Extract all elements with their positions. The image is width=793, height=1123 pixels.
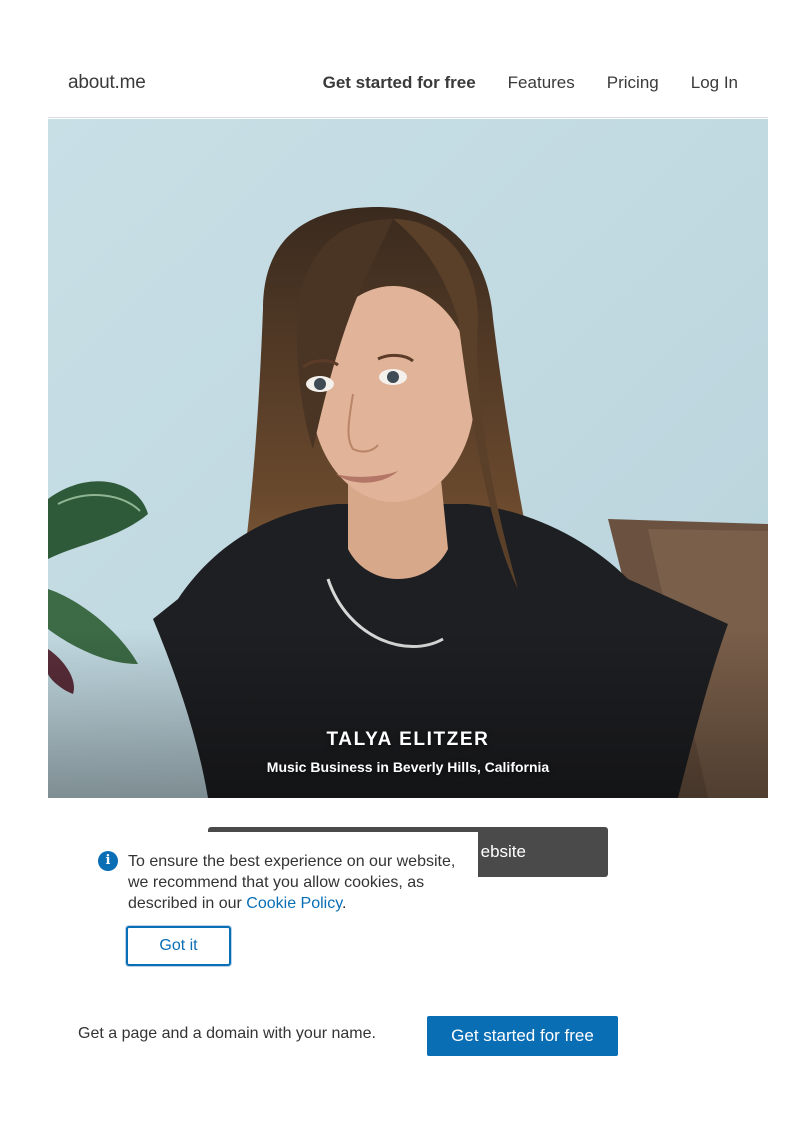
cookie-notice-period: .	[342, 895, 347, 912]
profile-hero: TALYA ELITZER Music Business in Beverly …	[48, 119, 768, 798]
nav-features-link[interactable]: Features	[508, 73, 575, 93]
about-me-logo[interactable]: about.me	[68, 72, 146, 94]
site-header: about.me Get started for free Features P…	[48, 60, 768, 118]
profile-name: TALYA ELITZER	[326, 729, 490, 750]
nav-get-started-link[interactable]: Get started for free	[323, 73, 476, 93]
nav-pricing-link[interactable]: Pricing	[607, 73, 659, 93]
top-nav: Get started for free Features Pricing Lo…	[323, 73, 738, 93]
cookie-policy-link[interactable]: Cookie Policy	[246, 895, 342, 912]
footer-get-started-button[interactable]: Get started for free	[427, 1016, 618, 1056]
nav-login-link[interactable]: Log In	[691, 73, 738, 93]
profile-headline: Music Business in Beverly Hills, Califor…	[266, 759, 550, 775]
footer-tagline: Get a page and a domain with your name.	[78, 1025, 376, 1042]
view-website-button-label: ebsite	[480, 842, 526, 861]
info-icon: i	[98, 851, 118, 871]
got-it-button[interactable]: Got it	[126, 926, 231, 966]
cookie-notice-text: To ensure the best experience on our web…	[128, 851, 473, 914]
profile-photo	[48, 119, 768, 798]
cookie-notice: i To ensure the best experience on our w…	[78, 832, 478, 982]
